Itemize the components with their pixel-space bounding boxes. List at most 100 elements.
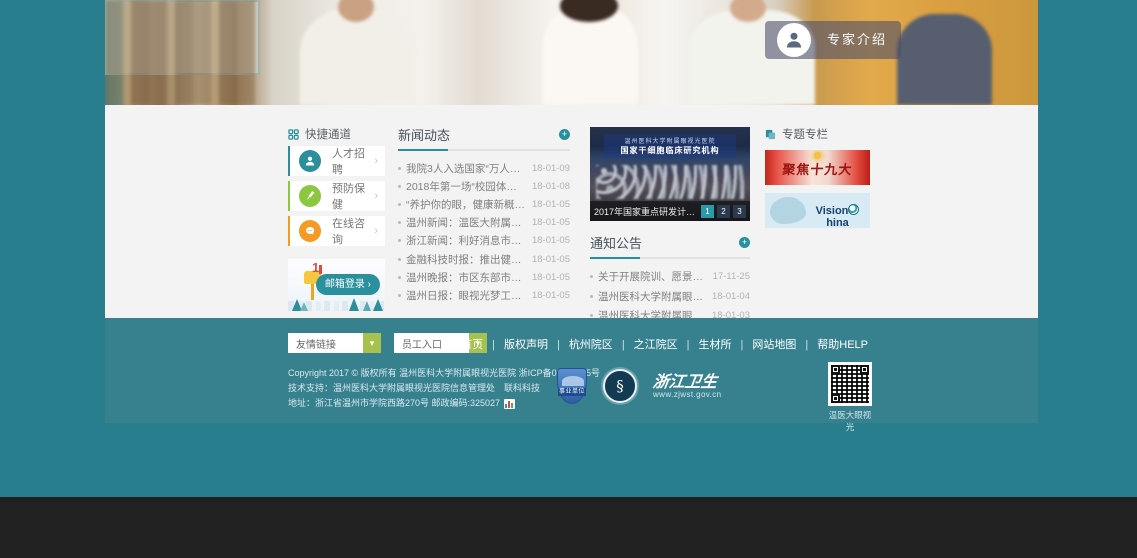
bullet-dot (398, 276, 401, 279)
chevron-right-icon: › (374, 225, 378, 237)
tree-decor (373, 299, 383, 311)
chat-icon (299, 220, 321, 242)
special-columns-section: 专题专栏 聚焦十九大 Visionhina (765, 127, 870, 326)
special-banner-vision-china[interactable]: Visionhina (765, 193, 870, 228)
syringe-icon (299, 185, 321, 207)
shield-mountain-decor (562, 376, 584, 386)
mail-badge-number: 1 (312, 260, 319, 275)
dropdown-arrow-icon[interactable]: ▾ (363, 333, 381, 353)
news-list-item[interactable]: 浙江新闻：利好消息市民请查收！温...18-01-05 (398, 232, 570, 250)
tree-decor (363, 301, 371, 311)
footer-nav-sitemap[interactable]: 网站地图 (752, 336, 817, 352)
news-list-item[interactable]: 我院3人入选国家“万人计划”创新...18-01-09 (398, 159, 570, 177)
quick-item-recruitment[interactable]: 人才招聘 › (288, 146, 385, 176)
tree-decor (300, 302, 308, 311)
bullet-dot (398, 203, 401, 206)
news-list-item[interactable]: 金融科技时报：推出健康品质化、科...18-01-05 (398, 250, 570, 268)
quick-item-prevention[interactable]: 预防保健 › (288, 181, 385, 211)
news-list-item[interactable]: 温州晚报：市区东部市民可就近看眼...18-01-05 (398, 268, 570, 286)
notice-title: 通知公告 (590, 233, 642, 252)
party-emblem-icon (814, 152, 821, 159)
slideshow-photo[interactable]: 温州医科大学附属眼视光医院 国家干细胞临床研究机构 2017年国家重点研发计划项… (590, 127, 750, 221)
quick-item-online-consult[interactable]: 在线咨询 › (288, 216, 385, 246)
news-list-item[interactable]: 2018年第一场“校园体验实践活动”...18-01-08 (398, 177, 570, 195)
plus-more-icon[interactable]: + (559, 129, 570, 140)
qr-marker (831, 365, 840, 374)
globe-icon (848, 204, 859, 215)
expert-intro-button[interactable]: 专家介绍 (765, 21, 901, 59)
slideshow-caption-bar: 2017年国家重点研发计划项目启动... 1 2 3 (590, 201, 750, 221)
hospital-seal-icon[interactable]: § (603, 369, 637, 403)
news-list-item[interactable]: “养护你的眼，健康新概念”主题公...18-01-05 (398, 195, 570, 213)
special-banner-19th-congress[interactable]: 聚焦十九大 (765, 150, 870, 185)
qr-code[interactable] (828, 362, 872, 406)
quick-item-label: 人才招聘 (332, 145, 374, 177)
mail-login-button[interactable]: 邮箱登录 › (316, 274, 380, 295)
zhejiang-health-name: 浙江卫生 (652, 373, 723, 390)
footer-nav-copyright[interactable]: 版权声明 (504, 336, 569, 352)
qr-marker (860, 365, 869, 374)
chevron-right-icon: › (374, 155, 378, 167)
columns-icon (765, 129, 776, 140)
quick-item-label: 在线咨询 (332, 215, 374, 247)
pager-button-3[interactable]: 3 (733, 205, 746, 218)
footer-nav-biomaterials[interactable]: 生材所 (699, 336, 753, 352)
tree-decor (349, 298, 359, 311)
news-list-item[interactable]: 温州日报：眼视光梦工场落户龙湾18-01-05 (398, 286, 570, 304)
notice-list-item[interactable]: 温州医科大学附属眼视光医院关于车辆...18-01-04 (590, 287, 750, 307)
pager-button-1[interactable]: 1 (701, 205, 714, 218)
copyright-line: 技术支持：温州医科大学附属眼视光医院信息管理处 联科科技 (288, 381, 600, 396)
person-icon (299, 150, 321, 172)
footer-nav-zhijiang[interactable]: 之江院区 (634, 336, 699, 352)
special-columns-header: 专题专栏 (765, 127, 870, 141)
slideshow-caption[interactable]: 2017年国家重点研发计划项目启动... (594, 205, 698, 218)
footer-nav-help[interactable]: 帮助HELP (817, 336, 868, 352)
public-institution-badge[interactable]: 事业单位 (557, 368, 587, 404)
bullet-dot (398, 185, 401, 188)
footer-nav-home[interactable]: 首页 (461, 336, 504, 352)
footer: 友情链接 ▾ 员工入口 ▾ 首页 版权声明 杭州院区 之江院区 生材所 网站地图… (105, 318, 1038, 423)
quick-channel-header: 快捷通道 (288, 127, 385, 141)
footer-badges: 事业单位 § 浙江卫生 www.zjwst.gov.cn (557, 368, 722, 404)
chevron-right-icon: › (368, 279, 371, 290)
qr-caption: 温医大眼视光 (827, 409, 873, 433)
news-list-item[interactable]: 温州新闻：温医大附属眼视光医院院...18-01-05 (398, 214, 570, 232)
quick-channel-section: 快捷通道 人才招聘 › 预防保健 › (288, 127, 385, 326)
special-banner-label: Visionhina (805, 204, 870, 228)
mailbox-flag-icon (319, 265, 322, 274)
visitor-counter-icon[interactable] (504, 399, 515, 409)
plus-more-icon[interactable]: + (739, 237, 750, 248)
notice-section: 通知公告 + 关于开展院训、愿景、核心价值观征集...17-11-25 温州医科… (590, 235, 750, 326)
copyright-line: 地址：浙江省温州市学院西路270号 邮政编码:325027 (288, 396, 600, 411)
footer-nav: 首页 版权声明 杭州院区 之江院区 生材所 网站地图 帮助HELP (461, 336, 868, 352)
news-title: 新闻动态 (398, 125, 450, 144)
banner-shelf-decor (105, 0, 255, 105)
bullet-dot (398, 167, 401, 170)
bullet-dot (398, 239, 401, 242)
mail-login-banner[interactable]: 1 邮箱登录 › (288, 259, 385, 311)
pager-button-2[interactable]: 2 (717, 205, 730, 218)
quick-item-label: 预防保健 (332, 180, 374, 212)
bullet-dot (590, 314, 593, 317)
chevron-right-icon: › (374, 190, 378, 202)
friend-links-select[interactable]: 友情链接 ▾ (288, 333, 381, 353)
bullet-dot (590, 275, 593, 278)
qr-marker (831, 394, 840, 403)
banner-person (897, 14, 992, 105)
photo-stage-banner: 温州医科大学附属眼视光医院 国家干细胞临床研究机构 (604, 134, 736, 158)
special-banner-label: 聚焦十九大 (765, 159, 870, 178)
quick-channel-title: 快捷通道 (305, 126, 351, 142)
bullet-dot (398, 258, 401, 261)
zhejiang-health-badge[interactable]: 浙江卫生 www.zjwst.gov.cn (653, 373, 722, 399)
bullet-dot (590, 295, 593, 298)
notice-list-item[interactable]: 关于开展院训、愿景、核心价值观征集...17-11-25 (590, 267, 750, 287)
photo-crowd-decor (596, 165, 744, 199)
grid-icon (288, 129, 299, 140)
news-section: 新闻动态 + 我院3人入选国家“万人计划”创新...18-01-09 2018年… (398, 127, 570, 326)
doctor-icon (777, 23, 811, 57)
bullet-dot (398, 294, 401, 297)
footer-nav-hangzhou[interactable]: 杭州院区 (569, 336, 634, 352)
page-background: 专家介绍 快捷通道 人才招聘 › (0, 0, 1137, 497)
mailbox-icon (311, 284, 314, 300)
slideshow-notices-section: 温州医科大学附属眼视光医院 国家干细胞临床研究机构 2017年国家重点研发计划项… (590, 127, 750, 326)
